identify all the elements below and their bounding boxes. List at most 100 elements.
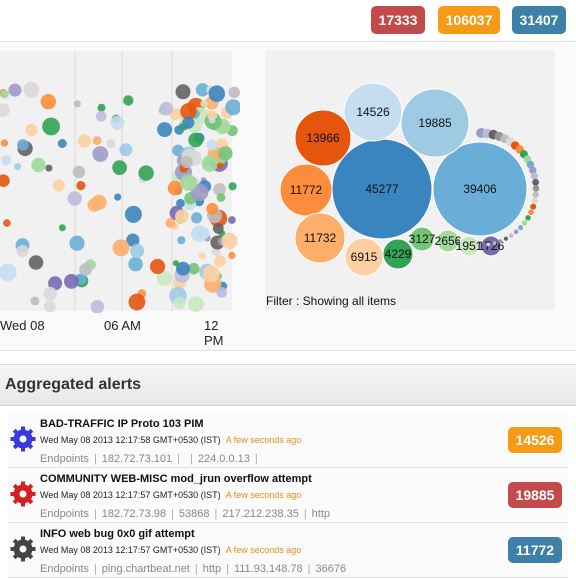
event-dot[interactable] <box>0 174 10 187</box>
event-dot[interactable] <box>57 139 67 148</box>
event-dot[interactable] <box>173 296 186 310</box>
event-dot[interactable] <box>206 202 219 215</box>
bubble[interactable] <box>531 197 538 204</box>
event-dot[interactable] <box>14 163 22 171</box>
timeline-scatter[interactable] <box>0 51 240 313</box>
event-dot[interactable] <box>31 157 46 173</box>
event-dot[interactable] <box>119 143 133 157</box>
event-dot[interactable] <box>228 216 236 224</box>
bubble[interactable] <box>518 225 524 231</box>
event-dot[interactable] <box>212 223 224 234</box>
event-dot[interactable] <box>8 83 22 97</box>
event-dot[interactable] <box>191 212 203 224</box>
bubble[interactable] <box>530 172 539 180</box>
event-dot[interactable] <box>209 117 216 124</box>
event-dot[interactable] <box>72 165 86 179</box>
alert-title[interactable]: BAD-TRAFFIC IP Proto 103 PIM <box>40 418 204 430</box>
event-dot[interactable] <box>114 193 122 201</box>
event-dot[interactable] <box>0 139 9 147</box>
bubble-chart[interactable]: 45277 39406 19885 14526 13966 11772 11732 6915 4… <box>265 50 555 310</box>
event-dot[interactable] <box>202 265 220 283</box>
event-dot[interactable] <box>198 252 206 259</box>
severity-high-badge[interactable]: 17333 <box>371 6 425 34</box>
alert-item[interactable]: COMMUNITY WEB-MISC mod_jrun overflow att… <box>8 468 568 523</box>
event-dot[interactable] <box>112 239 130 257</box>
event-dot[interactable] <box>23 81 40 98</box>
event-dot[interactable] <box>67 191 82 206</box>
event-dot[interactable] <box>214 255 226 268</box>
event-dot[interactable] <box>175 84 191 100</box>
bubble[interactable] <box>513 229 519 235</box>
event-dot[interactable] <box>110 115 125 130</box>
bubble[interactable] <box>509 233 514 238</box>
alert-item[interactable]: INFO web bug 0x0 gif attempt Wed May 08 … <box>8 523 568 578</box>
event-dot[interactable] <box>124 205 142 223</box>
event-dot[interactable] <box>150 258 166 275</box>
event-dot[interactable] <box>187 296 204 312</box>
bubble[interactable] <box>498 239 503 244</box>
event-dot[interactable] <box>1 155 12 166</box>
event-dot[interactable] <box>138 165 154 181</box>
event-dot[interactable] <box>16 245 29 257</box>
event-dot[interactable] <box>180 174 197 191</box>
event-dot[interactable] <box>217 162 224 169</box>
event-dot[interactable] <box>201 155 218 172</box>
event-dot[interactable] <box>0 103 10 117</box>
event-dot[interactable] <box>159 101 174 116</box>
event-dot[interactable] <box>73 100 81 108</box>
event-dot[interactable] <box>3 219 11 227</box>
bubble[interactable] <box>532 178 539 186</box>
bubble[interactable] <box>492 241 497 246</box>
severity-medium-badge[interactable]: 106037 <box>438 6 500 34</box>
event-dot[interactable] <box>188 132 204 148</box>
alert-count-badge[interactable]: 19885 <box>508 482 562 508</box>
bubble[interactable] <box>528 209 534 216</box>
event-dot[interactable] <box>228 86 241 99</box>
event-dot[interactable] <box>216 193 226 202</box>
event-dot[interactable] <box>45 164 53 172</box>
event-dot[interactable] <box>221 232 238 250</box>
severity-low-badge[interactable]: 31407 <box>512 6 566 34</box>
event-dot[interactable] <box>77 134 91 148</box>
bubble[interactable] <box>525 215 531 221</box>
event-dot[interactable] <box>52 179 65 192</box>
event-dot[interactable] <box>182 116 195 129</box>
event-dot[interactable] <box>130 243 145 259</box>
event-dot[interactable] <box>25 123 38 137</box>
alert-count-badge[interactable]: 11772 <box>508 537 562 563</box>
event-dot[interactable] <box>58 224 66 232</box>
bubble[interactable] <box>532 191 539 198</box>
event-dot[interactable] <box>128 256 143 272</box>
event-dot[interactable] <box>92 136 102 146</box>
event-dot[interactable] <box>177 236 186 245</box>
event-dot[interactable] <box>76 181 86 191</box>
event-dot[interactable] <box>92 146 109 162</box>
bubble[interactable] <box>532 185 540 192</box>
alert-title[interactable]: COMMUNITY WEB-MISC mod_jrun overflow att… <box>40 473 312 485</box>
event-dot[interactable] <box>228 251 236 259</box>
event-dot[interactable] <box>95 111 107 122</box>
event-timeline[interactable]: Wed 08 06 AM 12 PM <box>0 51 240 348</box>
event-dot[interactable] <box>157 122 173 138</box>
event-dot[interactable] <box>228 182 237 191</box>
event-dot[interactable] <box>69 235 85 251</box>
event-dot[interactable] <box>30 296 40 306</box>
event-dot[interactable] <box>79 263 92 276</box>
bubble[interactable] <box>503 236 508 241</box>
event-dot[interactable] <box>0 89 9 99</box>
event-dot[interactable] <box>216 287 228 298</box>
event-dot[interactable] <box>167 180 183 196</box>
event-dot[interactable] <box>172 260 179 267</box>
event-dot[interactable] <box>200 99 208 108</box>
event-dot[interactable] <box>28 255 44 270</box>
event-dot[interactable] <box>206 139 218 151</box>
event-dot[interactable] <box>180 155 193 169</box>
event-dot[interactable] <box>17 139 29 151</box>
event-dot[interactable] <box>218 146 233 161</box>
bubble[interactable] <box>530 203 537 210</box>
event-dot[interactable] <box>90 300 105 313</box>
event-dot[interactable] <box>44 300 56 313</box>
event-dot[interactable] <box>175 209 189 224</box>
event-dot[interactable] <box>106 139 116 148</box>
event-dot[interactable] <box>123 95 134 106</box>
